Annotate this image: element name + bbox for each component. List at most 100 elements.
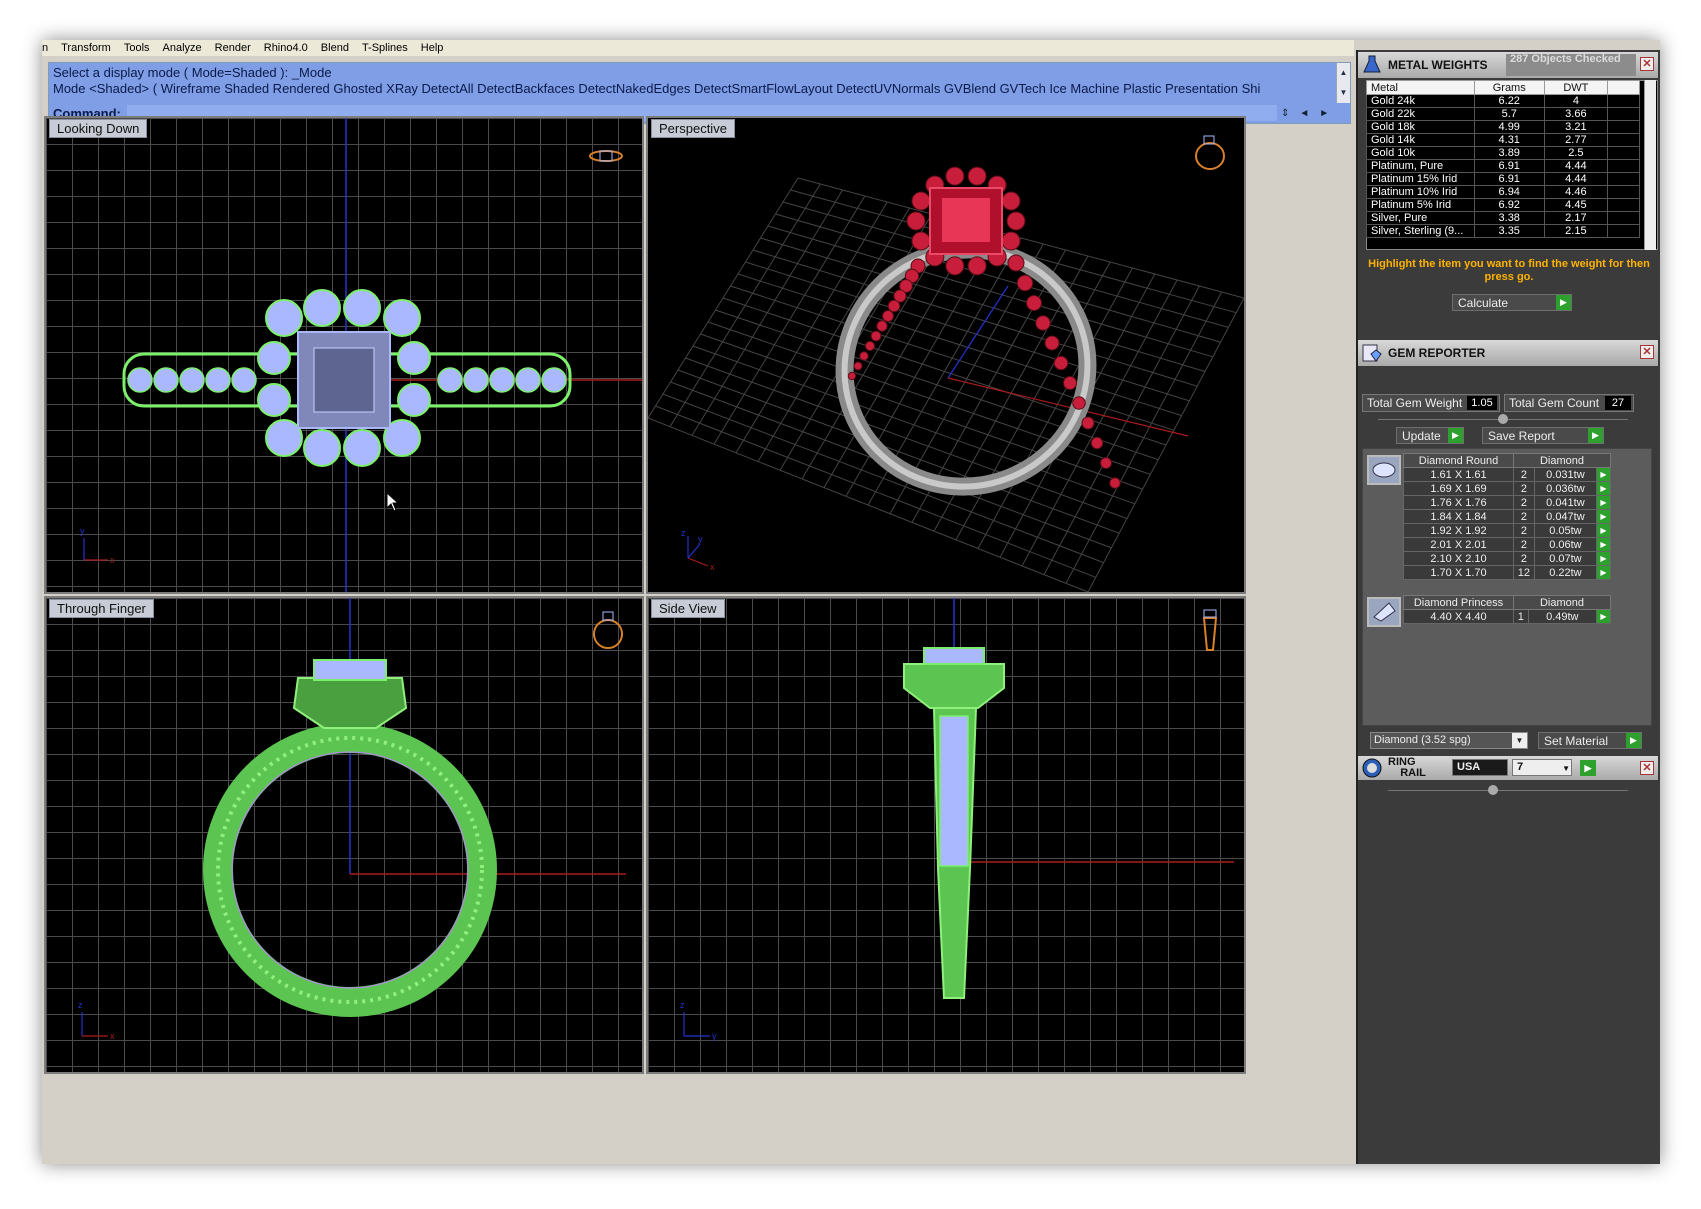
metal-scrollbar[interactable] (1644, 80, 1656, 250)
metal-dwt: 3.66 (1543, 107, 1609, 121)
gem-row[interactable]: 2.01 X 2.01 2 0.06tw ▶ (1403, 537, 1611, 552)
go-arrow-icon[interactable]: ▶ (1596, 523, 1611, 538)
go-arrow-icon[interactable]: ▶ (1596, 481, 1611, 496)
gem-list: Diamond Round Diamond 1.61 X 1.61 2 0.031t… (1362, 448, 1652, 726)
button-label: Set Material (1544, 733, 1609, 748)
go-arrow-icon[interactable]: ▶ (1596, 495, 1611, 510)
column-header[interactable]: Grams (1473, 80, 1545, 95)
history-scrollbar[interactable]: ▲ ▼ (1336, 63, 1350, 103)
go-arrow-icon: ▶ (1588, 428, 1603, 443)
menu-item-partial[interactable]: n (42, 42, 48, 54)
update-button[interactable]: Update ▶ (1396, 427, 1464, 444)
spin-icon[interactable]: ⇕ (1281, 108, 1289, 119)
menu-item-rhino4[interactable]: Rhino4.0 (264, 42, 308, 54)
slider-handle[interactable] (1498, 414, 1508, 424)
metal-name: Platinum 10% Irid (1366, 185, 1475, 199)
go-arrow-icon[interactable]: ▶ (1580, 760, 1596, 776)
viewport-through-finger[interactable]: Through Finger z x (44, 596, 644, 1074)
go-arrow-icon[interactable]: ▶ (1596, 537, 1611, 552)
metal-row[interactable]: Platinum 5% Irid 6.92 4.45 (1366, 198, 1640, 212)
gem-row[interactable]: 1.92 X 1.92 2 0.05tw ▶ (1403, 523, 1611, 538)
metal-row[interactable]: Gold 24k 6.22 4 (1366, 94, 1640, 108)
chevron-down-icon[interactable]: ▼ (1562, 761, 1570, 776)
go-arrow-icon[interactable]: ▶ (1596, 509, 1611, 524)
menu-item-render[interactable]: Render (215, 42, 251, 54)
ring-size-region[interactable]: USA (1452, 759, 1508, 776)
save-report-button[interactable]: Save Report ▶ (1482, 427, 1604, 444)
gem-shape-header: Diamond Princess (1403, 595, 1514, 610)
close-icon[interactable]: ✕ (1640, 345, 1654, 359)
viewport-title[interactable]: Through Finger (49, 599, 154, 618)
ring-rail-title-line2: RAIL (1400, 767, 1426, 779)
metal-row[interactable]: Gold 18k 4.99 3.21 (1366, 120, 1640, 134)
menu-item-analyze[interactable]: Analyze (163, 42, 202, 54)
metal-row[interactable]: Platinum 10% Irid 6.94 4.46 (1366, 185, 1640, 199)
scroll-down-icon[interactable]: ▼ (1337, 83, 1350, 103)
scroll-up-icon[interactable]: ▲ (1337, 63, 1350, 83)
axis-label-x: x (110, 555, 115, 565)
metal-name: Platinum 5% Irid (1366, 198, 1475, 212)
metal-row[interactable]: Platinum 15% Irid 6.91 4.44 (1366, 172, 1640, 186)
menu-item-blend[interactable]: Blend (321, 42, 349, 54)
ring-size-select[interactable]: 7 ▼ (1512, 759, 1572, 776)
column-header[interactable]: Metal (1366, 80, 1475, 95)
go-arrow-icon[interactable]: ▶ (1596, 467, 1611, 482)
metal-grams: 4.99 (1473, 120, 1545, 134)
gem-count: 2 (1513, 509, 1535, 524)
gem-weight: 0.041tw (1533, 495, 1598, 510)
button-label: Save Report (1488, 428, 1555, 443)
metal-row[interactable]: Silver, Pure 3.38 2.17 (1366, 211, 1640, 225)
gem-weight: 0.22tw (1533, 565, 1598, 580)
metal-dwt: 4.46 (1543, 185, 1609, 199)
gem-size: 1.76 X 1.76 (1403, 495, 1514, 510)
menu-item-transform[interactable]: Transform (61, 42, 111, 54)
metal-name: Platinum 15% Irid (1366, 172, 1475, 186)
menu-item-tsplines[interactable]: T-Splines (362, 42, 408, 54)
gem-row[interactable]: 1.76 X 1.76 2 0.041tw ▶ (1403, 495, 1611, 510)
material-select[interactable]: Diamond (3.52 spg) ▼ (1370, 732, 1528, 749)
gem-row[interactable]: 1.70 X 1.70 12 0.22tw ▶ (1403, 565, 1611, 580)
metal-name: Gold 22k (1366, 107, 1475, 121)
round-diamond-icon (1372, 462, 1396, 478)
go-arrow-icon[interactable]: ▶ (1596, 551, 1611, 566)
chevron-down-icon[interactable]: ▼ (1512, 733, 1527, 748)
gem-row[interactable]: 1.61 X 1.61 2 0.031tw ▶ (1403, 467, 1611, 482)
go-arrow-icon[interactable]: ▶ (1596, 565, 1611, 580)
viewport-looking-down[interactable]: Looking Down y x (44, 116, 644, 594)
metal-row[interactable]: Gold 10k 3.89 2.5 (1366, 146, 1640, 160)
gem-row[interactable]: 1.69 X 1.69 2 0.036tw ▶ (1403, 481, 1611, 496)
metal-row[interactable]: Silver, Sterling (9... 3.35 2.15 (1366, 224, 1640, 238)
arrow-left-icon[interactable]: ◄ (1299, 108, 1309, 119)
viewport-side-view[interactable]: Side View z y (646, 596, 1246, 1074)
metal-grams: 6.92 (1473, 198, 1545, 212)
close-icon[interactable]: ✕ (1640, 57, 1654, 71)
menu-item-help[interactable]: Help (421, 42, 444, 54)
menu-item-tools[interactable]: Tools (124, 42, 150, 54)
metal-row[interactable]: Platinum, Pure 6.91 4.44 (1366, 159, 1640, 173)
gem-row[interactable]: 4.40 X 4.40 1 0.49tw ▶ (1403, 609, 1611, 624)
gem-row[interactable]: 1.84 X 1.84 2 0.047tw ▶ (1403, 509, 1611, 524)
calculate-button[interactable]: Calculate ▶ (1452, 294, 1572, 311)
gem-row[interactable]: 2.10 X 2.10 2 0.07tw ▶ (1403, 551, 1611, 566)
viewport-perspective[interactable]: Perspective z y x (646, 116, 1246, 594)
go-arrow-icon[interactable]: ▶ (1596, 609, 1611, 624)
ring-rail-title: RING RAIL (1388, 757, 1426, 779)
panel-title: GEM REPORTER (1388, 346, 1486, 360)
viewport-title[interactable]: Perspective (651, 119, 735, 138)
metal-row[interactable]: Gold 22k 5.7 3.66 (1366, 107, 1640, 121)
material-value: Diamond (3.52 spg) (1374, 734, 1471, 746)
ring-rail-icon (1362, 758, 1382, 778)
close-icon[interactable]: ✕ (1640, 761, 1654, 775)
axis-label-z: z (78, 1000, 83, 1010)
column-header[interactable]: DWT (1543, 80, 1609, 95)
ring-size-value: 7 (1517, 761, 1524, 773)
metal-row[interactable]: Gold 14k 4.31 2.77 (1366, 133, 1640, 147)
ring-thumbnail-icon (593, 611, 623, 649)
viewport-title[interactable]: Looking Down (49, 119, 148, 138)
metal-dwt: 4.45 (1543, 198, 1609, 212)
arrow-right-icon[interactable]: ► (1319, 108, 1329, 119)
total-weight-label: Total Gem Weight (1367, 396, 1463, 410)
viewport-title[interactable]: Side View (651, 599, 725, 618)
slider-handle[interactable] (1488, 785, 1498, 795)
set-material-button[interactable]: Set Material ▶ (1538, 732, 1642, 749)
